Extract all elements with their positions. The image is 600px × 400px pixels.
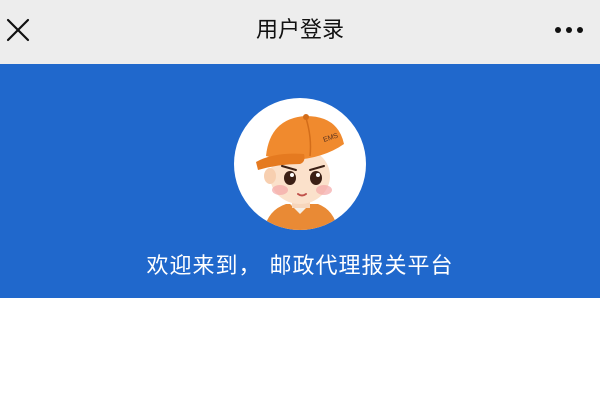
more-horizontal-icon [555,27,583,33]
page-title: 用户登录 [255,18,344,43]
welcome-message: 欢迎来到， 邮政代理报关平台 [146,254,454,279]
avatar-cartoon-mail-carrier-icon: EMS [256,114,344,230]
avatar: EMS [234,98,366,230]
main-content-area [0,298,600,400]
top-navigation-bar: 用户登录 [0,0,600,64]
welcome-banner: EMS 欢迎来到， 邮政代理报关平台 [0,64,600,298]
more-options-button[interactable] [554,20,584,40]
